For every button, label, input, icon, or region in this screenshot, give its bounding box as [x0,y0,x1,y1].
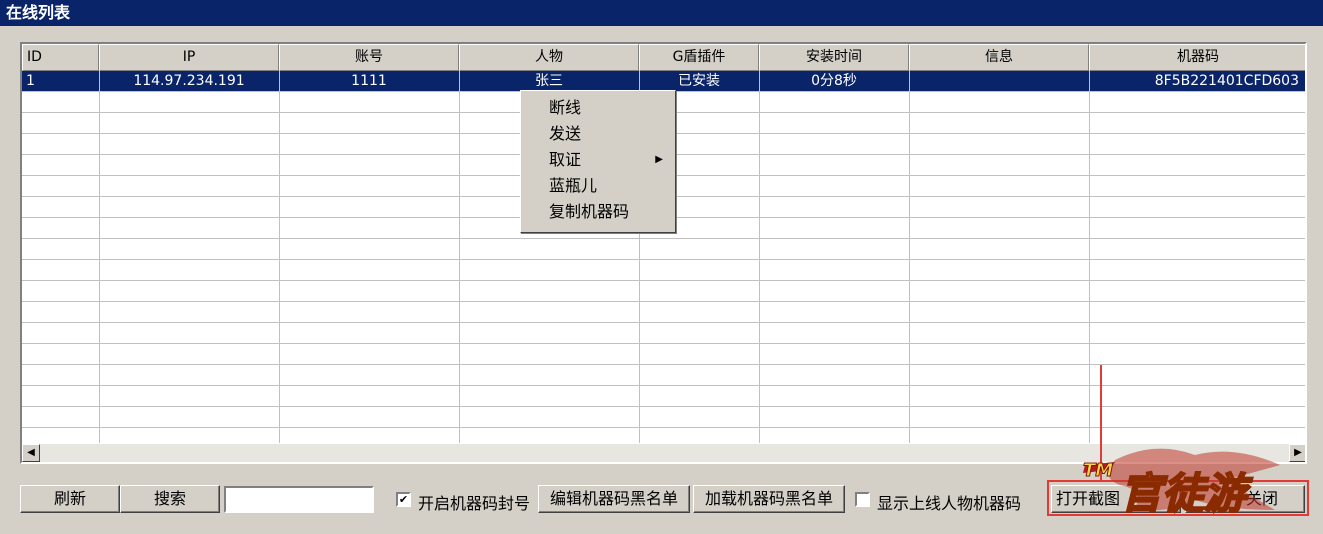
grid-line [1089,71,1090,443]
column-header-machine-code[interactable]: 机器码 [1089,44,1305,71]
column-header-plugin[interactable]: G盾插件 [639,44,759,71]
menu-item-copy-machine-code[interactable]: 复制机器码 [521,199,675,225]
cell-id: 1 [26,73,35,89]
enable-block-label: 开启机器码封号 [418,494,531,513]
table-header: ID IP 账号 人物 G盾插件 安装时间 信息 机器码 [22,44,1305,71]
window-title: 在线列表 [0,0,1323,26]
search-button[interactable]: 搜索 [120,485,220,513]
grid-line [22,427,1305,428]
column-header-info[interactable]: 信息 [909,44,1089,71]
column-header-install-time[interactable]: 安装时间 [759,44,909,71]
enable-block-checkbox[interactable]: ✔ [396,492,411,507]
grid-line [22,238,1305,239]
cell-info [909,71,1089,91]
table-row[interactable]: 1 114.97.234.191 1111 张三 已安装 0分8秒 8F5B22… [22,71,1305,91]
context-menu: 断线 发送 取证 ▶ 蓝瓶儿 复制机器码 [520,90,676,233]
column-header-character[interactable]: 人物 [459,44,639,71]
grid-line [22,364,1305,365]
load-blacklist-button[interactable]: 加载机器码黑名单 [693,485,845,513]
cell-account: 1111 [351,73,387,89]
edit-blacklist-button[interactable]: 编辑机器码黑名单 [538,485,690,513]
grid-line [22,343,1305,344]
grid-line [22,280,1305,281]
menu-item-evidence-label: 取证 [549,150,582,169]
column-header-ip[interactable]: IP [99,44,279,71]
search-input[interactable] [224,486,374,513]
grid-line [22,259,1305,260]
menu-item-evidence[interactable]: 取证 ▶ [521,147,675,173]
scroll-left-icon[interactable]: ◀ [22,444,40,462]
submenu-arrow-icon: ▶ [655,154,663,165]
watermark-logo-icon: TM 官徒游 [1083,448,1280,519]
cell-ip: 114.97.234.191 [133,73,245,89]
grid-line [22,322,1305,323]
cell-plugin: 已安装 [678,73,720,89]
grid-line [759,71,760,443]
cell-install-time: 0分8秒 [811,73,857,89]
watermark-text: 官徒游 [1120,469,1253,518]
menu-item-blue-potion[interactable]: 蓝瓶儿 [521,173,675,199]
scroll-right-icon[interactable]: ▶ [1289,444,1305,462]
cell-machine-code: 8F5B221401CFD603 [1154,73,1299,89]
grid-line [22,301,1305,302]
grid-line [459,71,460,443]
grid-line [909,71,910,443]
watermark-logo: TM 官徒游 [1075,440,1290,530]
show-machine-code-label: 显示上线人物机器码 [877,494,1022,513]
watermark-prefix: TM [1083,460,1113,481]
column-header-id[interactable]: ID [22,44,99,71]
grid-line [22,406,1305,407]
grid-line [279,71,280,443]
refresh-button[interactable]: 刷新 [20,485,120,513]
menu-item-disconnect[interactable]: 断线 [521,95,675,121]
show-machine-code-checkbox[interactable] [855,492,870,507]
cell-character: 张三 [535,73,563,89]
column-header-account[interactable]: 账号 [279,44,459,71]
grid-line [22,385,1305,386]
menu-item-send[interactable]: 发送 [521,121,675,147]
grid-line [99,71,100,443]
